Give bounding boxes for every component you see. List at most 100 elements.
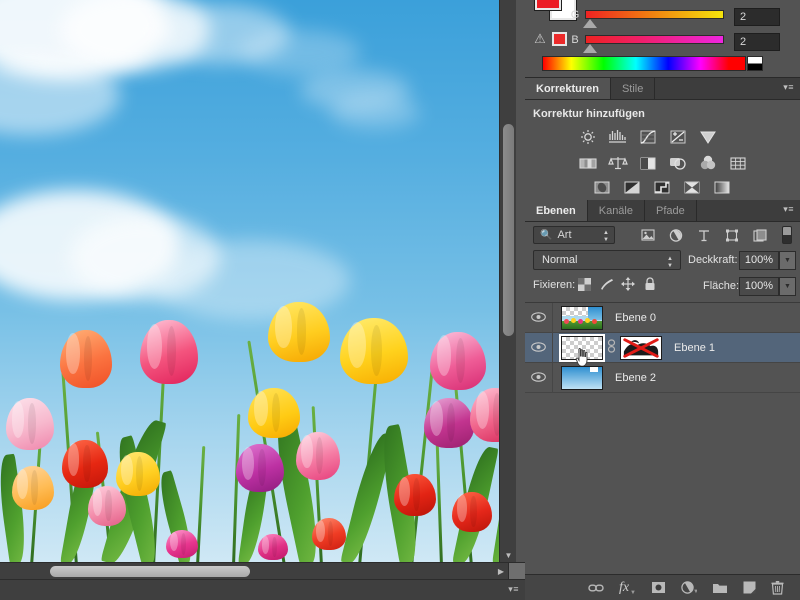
blend-mode-stepper-icon[interactable]: ▲ ▼ — [667, 256, 673, 269]
layer-style-fx-icon[interactable]: fx ▼ — [619, 580, 636, 596]
scroll-down-arrow-icon[interactable]: ▼ — [500, 548, 517, 562]
foreground-color-swatch[interactable] — [535, 0, 561, 10]
exposure-icon[interactable] — [667, 128, 689, 146]
black-white-icon[interactable] — [637, 154, 659, 172]
fill-value[interactable]: 100% — [739, 277, 779, 296]
color-slider-g-knob[interactable] — [583, 19, 597, 28]
lock-all-icon[interactable] — [641, 276, 659, 292]
table-row[interactable]: Ebene 1 — [525, 332, 800, 367]
vertical-scrollbar-thumb[interactable] — [503, 124, 514, 336]
cloud — [240, 30, 360, 75]
horizontal-scrollbar-thumb[interactable] — [50, 566, 250, 577]
tab-pfade[interactable]: Pfade — [645, 200, 697, 221]
layer-list[interactable]: Ebene 0 Ebene 1 Ebene 2 — [525, 302, 800, 547]
layer-name[interactable]: Ebene 0 — [615, 312, 656, 324]
color-slider-b-track[interactable] — [585, 35, 724, 44]
color-slider-g-value[interactable]: 2 — [734, 8, 780, 26]
table-row[interactable]: Ebene 0 — [525, 302, 800, 333]
tab-ebenen-label: Ebenen — [536, 204, 576, 217]
layer-name[interactable]: Ebene 1 — [674, 342, 715, 354]
status-bar-menu-icon[interactable]: ▾≡ — [508, 584, 519, 595]
layer-name[interactable]: Ebene 2 — [615, 372, 656, 384]
eye-icon[interactable] — [525, 332, 553, 363]
posterize-icon[interactable] — [621, 178, 643, 196]
hue-saturation-icon[interactable] — [577, 154, 599, 172]
tab-kanaele-label: Kanäle — [598, 204, 633, 217]
canvas-vertical-scrollbar[interactable]: ▼ — [499, 0, 516, 562]
eye-icon[interactable] — [525, 302, 553, 333]
new-layer-icon[interactable] — [743, 581, 756, 594]
lock-image-pixels-icon[interactable] — [597, 276, 615, 292]
table-row[interactable]: Ebene 2 — [525, 362, 800, 393]
layer-thumbnail[interactable] — [559, 333, 605, 362]
adjustments-panel-menu-icon[interactable]: ▾≡ — [783, 82, 794, 93]
search-icon: 🔍 — [540, 229, 553, 241]
layer-filter-kind-select[interactable]: 🔍 Art ▲ ▼ — [533, 226, 615, 244]
invert-icon[interactable] — [591, 178, 613, 196]
layer-thumbnail-wrapper[interactable] — [553, 333, 605, 367]
tab-stile-label: Stile — [621, 82, 644, 95]
scrollbar-corner — [508, 562, 525, 579]
lock-position-icon[interactable] — [619, 276, 637, 292]
opacity-value[interactable]: 100% — [739, 251, 779, 270]
layer-filter-value: Art — [557, 229, 572, 241]
color-lookup-icon[interactable] — [727, 154, 749, 172]
threshold-icon[interactable] — [651, 178, 673, 196]
levels-icon[interactable] — [607, 128, 629, 146]
smart-object-filter-icon[interactable] — [749, 226, 771, 244]
fill-dropdown-icon[interactable]: ▼ — [779, 277, 796, 296]
tab-ebenen[interactable]: Ebenen — [525, 200, 588, 221]
tab-korrekturen[interactable]: Korrekturen — [525, 78, 611, 99]
gradient-map-icon[interactable] — [711, 178, 733, 196]
layer-mask-thumbnail[interactable] — [620, 335, 662, 360]
color-slider-b-knob[interactable] — [583, 44, 597, 53]
canvas-horizontal-scrollbar[interactable]: ▶ — [0, 562, 508, 579]
link-layers-icon[interactable] — [588, 582, 604, 594]
shape-layer-filter-icon[interactable] — [721, 226, 743, 244]
color-slider-g-track[interactable] — [585, 10, 724, 19]
channel-mixer-icon[interactable] — [697, 154, 719, 172]
tulip-field — [0, 272, 508, 562]
tab-korrekturen-label: Korrekturen — [536, 82, 599, 95]
eye-icon[interactable] — [525, 362, 553, 393]
delete-layer-icon[interactable] — [771, 580, 784, 595]
tab-kanaele[interactable]: Kanäle — [587, 200, 645, 221]
tab-stile[interactable]: Stile — [610, 78, 656, 99]
color-balance-icon[interactable] — [607, 154, 629, 172]
adjustments-heading: Korrektur hinzufügen — [533, 108, 645, 120]
new-group-icon[interactable] — [712, 582, 728, 594]
adjustment-layer-filter-icon[interactable] — [665, 226, 687, 244]
layer-thumbnail[interactable] — [561, 365, 603, 390]
curves-icon[interactable] — [637, 128, 659, 146]
color-spectrum-ramp[interactable] — [542, 56, 746, 71]
pixel-layer-filter-icon[interactable] — [637, 226, 659, 244]
blend-mode-select[interactable]: Normal ▲ ▼ — [533, 250, 681, 270]
out-of-gamut-swatch[interactable] — [552, 32, 567, 46]
document-canvas-area[interactable]: ▼ ▶ ▾≡ — [0, 0, 525, 600]
filter-toggle-icon[interactable] — [782, 226, 792, 244]
selective-color-icon[interactable] — [681, 178, 703, 196]
new-adjustment-layer-icon[interactable]: ▼ — [681, 581, 697, 594]
link-icon[interactable] — [607, 339, 616, 356]
white-black-swatch[interactable] — [747, 56, 763, 71]
opacity-dropdown-icon[interactable]: ▼ — [779, 251, 796, 270]
document-image[interactable] — [0, 0, 508, 562]
color-panel[interactable]: ⚠ G 2 B 2 — [525, 0, 800, 78]
add-layer-mask-icon[interactable] — [651, 581, 666, 594]
gamut-warning-icon[interactable]: ⚠ — [533, 32, 547, 46]
layers-tabbar: Ebenen Kanäle Pfade ▾≡ — [525, 200, 800, 222]
lock-transparent-pixels-icon[interactable] — [575, 276, 593, 292]
layers-panel-menu-icon[interactable]: ▾≡ — [783, 204, 794, 215]
scroll-right-arrow-icon[interactable]: ▶ — [498, 563, 504, 580]
color-slider-b-value[interactable]: 2 — [734, 33, 780, 51]
fill-label: Fläche: — [703, 280, 740, 292]
layers-panel-footer: fx ▼ ▼ — [525, 574, 800, 600]
vibrance-icon[interactable] — [697, 128, 719, 146]
photo-filter-icon[interactable] — [667, 154, 689, 172]
tab-pfade-label: Pfade — [656, 204, 685, 217]
layer-filter-stepper-icon[interactable]: ▲ ▼ — [603, 230, 609, 243]
layer-thumbnail[interactable] — [561, 305, 603, 330]
blend-mode-value: Normal — [542, 254, 578, 266]
type-layer-filter-icon[interactable] — [693, 226, 715, 244]
brightness-contrast-icon[interactable] — [577, 128, 599, 146]
